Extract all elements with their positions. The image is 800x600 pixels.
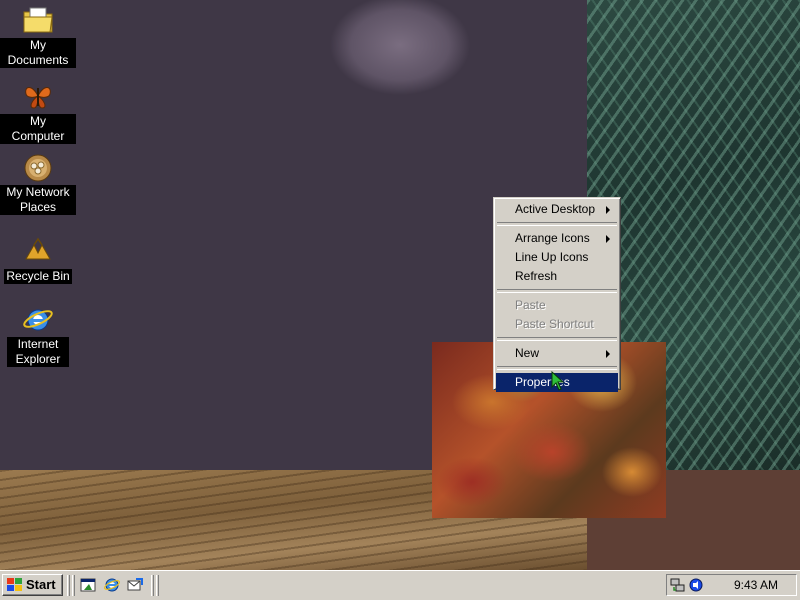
icon-label: My Documents bbox=[0, 38, 76, 68]
taskbar: Start 9:43 AM bbox=[0, 570, 800, 600]
submenu-arrow-icon bbox=[606, 206, 610, 214]
windows-logo-icon bbox=[7, 578, 22, 591]
menu-item-paste[interactable]: Paste bbox=[496, 296, 618, 315]
menu-separator bbox=[497, 366, 617, 370]
menu-item-label: Arrange Icons bbox=[515, 231, 590, 245]
menu-item-active-desktop[interactable]: Active Desktop bbox=[496, 200, 618, 219]
menu-item-label: Paste Shortcut bbox=[515, 317, 594, 331]
network-tray-icon[interactable] bbox=[670, 577, 686, 593]
start-button[interactable]: Start bbox=[2, 574, 63, 596]
internet-explorer-icon[interactable] bbox=[104, 577, 120, 593]
menu-separator bbox=[497, 337, 617, 341]
task-area-grip[interactable] bbox=[156, 575, 159, 596]
menu-item-label: Active Desktop bbox=[515, 202, 596, 216]
icon-label: My Computer bbox=[0, 114, 76, 144]
menu-item-label: Line Up Icons bbox=[515, 250, 589, 264]
desktop-context-menu: Active Desktop Arrange Icons Line Up Ico… bbox=[493, 197, 621, 392]
menu-item-label: New bbox=[515, 346, 540, 360]
submenu-arrow-icon bbox=[606, 350, 610, 358]
icon-label: Internet Explorer bbox=[7, 337, 69, 367]
recycle-bin-icon bbox=[25, 237, 51, 260]
icon-label: Recycle Bin bbox=[4, 269, 72, 284]
outlook-express-icon[interactable] bbox=[127, 577, 143, 593]
desktop-icon-my-documents[interactable]: My Documents bbox=[0, 4, 76, 68]
internet-explorer-icon bbox=[23, 309, 53, 331]
menu-item-label: Paste bbox=[515, 298, 546, 312]
desktop-icon-recycle-bin[interactable]: Recycle Bin bbox=[0, 235, 76, 284]
folder-documents-icon bbox=[23, 7, 53, 33]
mouse-pointer-icon bbox=[551, 371, 565, 391]
menu-item-line-up-icons[interactable]: Line Up Icons bbox=[496, 248, 618, 267]
desktop-icon-my-network-places[interactable]: My Network Places bbox=[0, 151, 76, 215]
my-computer-butterfly-icon bbox=[25, 87, 51, 109]
quick-launch-grip[interactable] bbox=[72, 575, 75, 596]
desktop-icon-internet-explorer[interactable]: Internet Explorer bbox=[0, 303, 76, 367]
menu-separator bbox=[497, 289, 617, 293]
menu-item-paste-shortcut[interactable]: Paste Shortcut bbox=[496, 315, 618, 334]
taskbar-separator bbox=[67, 575, 70, 596]
desktop-icon-my-computer[interactable]: My Computer bbox=[0, 80, 76, 144]
menu-item-label: Refresh bbox=[515, 269, 558, 283]
submenu-arrow-icon bbox=[606, 235, 610, 243]
icon-label: My Network Places bbox=[0, 185, 76, 215]
volume-tray-icon[interactable] bbox=[688, 577, 704, 593]
taskbar-separator bbox=[151, 575, 154, 596]
show-desktop-icon[interactable] bbox=[80, 577, 96, 593]
menu-item-refresh[interactable]: Refresh bbox=[496, 267, 618, 286]
start-label: Start bbox=[26, 577, 56, 592]
network-places-icon bbox=[24, 154, 52, 182]
clock[interactable]: 9:43 AM bbox=[734, 578, 778, 593]
menu-item-arrange-icons[interactable]: Arrange Icons bbox=[496, 229, 618, 248]
desktop-wallpaper[interactable] bbox=[0, 0, 800, 570]
menu-item-new[interactable]: New bbox=[496, 344, 618, 363]
menu-separator bbox=[497, 222, 617, 226]
system-tray: 9:43 AM bbox=[666, 574, 797, 596]
